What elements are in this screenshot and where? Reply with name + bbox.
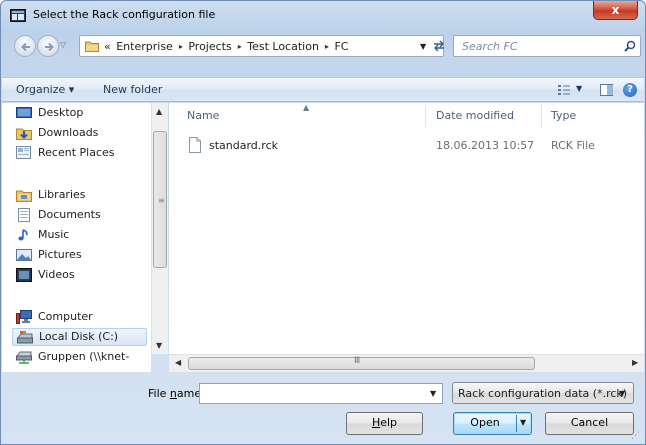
address-history-dropdown[interactable]: ▼ [420,42,426,51]
open-options-dropdown[interactable]: ▼ [520,413,526,433]
file-type-filter-select[interactable]: Rack configuration data (*.rck) ▼ [452,382,634,404]
new-folder-button[interactable]: New folder [103,83,162,96]
scroll-left-arrow-icon[interactable]: ◀ [175,358,181,367]
sort-ascending-icon: ▲ [303,103,310,112]
downloads-folder-icon [16,128,32,140]
scroll-thumb[interactable]: ≡ [153,131,167,268]
documents-icon [18,208,30,222]
nav-item-label: Libraries [38,188,86,201]
file-list-horizontal-scrollbar[interactable]: ◀ Ⅲ ▶ [169,354,644,372]
breadcrumb-enterprise[interactable]: Enterprise [116,40,173,53]
forward-button[interactable] [37,35,59,57]
music-icon [18,229,28,241]
window-title: Select the Rack configuration file [33,8,216,21]
file-name-label-prefix: File [148,387,170,400]
breadcrumb-projects[interactable]: Projects [188,40,231,53]
computer-icon [16,310,32,324]
breadcrumb-separator[interactable]: ▸ [179,42,183,51]
file-row[interactable]: standard.rck 18.06.2013 10:57 RCK File [169,137,644,155]
desktop-icon [16,107,32,118]
nav-item-label: Documents [38,208,101,221]
column-header-name[interactable]: Name [187,109,219,122]
nav-item-label: Downloads [38,126,99,139]
breadcrumb-fc[interactable]: FC [334,40,348,53]
breadcrumb-separator[interactable]: ▸ [325,42,329,51]
breadcrumb-overflow[interactable]: « [104,40,111,53]
scroll-right-arrow-icon[interactable]: ▶ [632,358,638,367]
resize-grip-icon[interactable]: ⋰ [631,431,640,441]
preview-pane-icon[interactable] [600,84,613,96]
help-button[interactable]: Help [346,412,423,435]
file-date-modified: 18.06.2013 10:57 [436,139,535,152]
file-icon [189,137,201,153]
help-button-label: elp [380,416,398,429]
navigation-pane: Desktop Downloads Recent Places Librarie… [2,103,151,372]
column-header-date-modified[interactable]: Date modified [436,109,514,122]
change-view-icon[interactable] [557,84,571,96]
column-divider[interactable] [425,105,426,127]
nav-item-label: Music [38,228,70,241]
search-icon[interactable] [624,40,636,52]
navigation-vertical-scrollbar[interactable]: ▲ ≡ ▼ [151,103,168,354]
file-type-filter-value: Rack configuration data (*.rck) [458,387,628,400]
pictures-icon [16,249,32,261]
command-toolbar: Organize ▾ New folder ▼ ? [2,77,644,102]
nav-item-label: Computer [38,310,93,323]
breadcrumb-separator[interactable]: ▸ [238,42,242,51]
refresh-icon[interactable] [432,39,446,53]
forward-arrow-icon [45,42,54,52]
back-arrow-icon [21,42,30,52]
file-dialog-window: Select the Rack configuration file x ▽ «… [0,0,646,445]
organize-menu[interactable]: Organize ▾ [16,83,74,96]
help-icon[interactable]: ? [623,83,637,97]
file-list: ▲ Name Date modified Type standard.rck 1… [169,103,644,354]
nav-item-label: Videos [38,268,75,281]
nav-item-label: Gruppen (\\knet- [38,350,130,363]
scroll-thumb[interactable]: Ⅲ [188,356,535,370]
split-divider [516,415,517,432]
nav-item-label: Pictures [38,248,82,261]
file-name-field[interactable]: ▼ [199,383,443,404]
search-box[interactable]: Search FC [453,35,641,57]
nav-item-label: Local Disk (C:) [39,330,119,343]
back-button[interactable] [14,35,36,57]
nav-item-label: Recent Places [38,146,115,159]
grip-icon: Ⅲ [354,356,361,366]
breadcrumb-test-location[interactable]: Test Location [247,40,319,53]
view-options-dropdown[interactable]: ▼ [576,84,582,93]
search-placeholder: Search FC [462,40,518,53]
breadcrumb: « Enterprise ▸ Projects ▸ Test Location ▸ F… [104,40,350,53]
column-divider[interactable] [541,105,542,127]
close-button[interactable]: x [593,1,638,20]
window-app-icon [10,9,26,22]
chevron-down-icon: ▼ [619,389,626,398]
cancel-button[interactable]: Cancel [545,412,634,435]
recent-pages-dropdown[interactable]: ▽ [60,40,66,49]
file-name-history-dropdown[interactable]: ▼ [430,389,436,398]
file-name: standard.rck [209,139,278,152]
folder-icon [85,41,99,52]
help-button-accelerator: H [371,416,381,429]
local-disk-icon [17,331,33,344]
grip-icon: ≡ [158,196,165,205]
scroll-down-arrow-icon[interactable]: ▼ [156,341,162,350]
nav-item-label: Desktop [38,106,84,119]
nav-item-local-disk-c[interactable]: Local Disk (C:) [12,328,147,346]
title-bar: Select the Rack configuration file x [1,1,645,29]
videos-icon [16,268,32,282]
scroll-up-arrow-icon[interactable]: ▲ [156,107,162,116]
network-drive-icon [16,351,32,364]
file-name-label: File name: [148,387,205,400]
libraries-icon [16,190,32,202]
open-button[interactable]: Open ▼ [453,412,532,435]
open-button-label: Open [470,416,500,429]
recent-places-icon [16,146,31,159]
file-type: RCK File [551,139,595,152]
column-header-type[interactable]: Type [551,109,576,122]
file-name-label-accelerator: n [169,387,177,400]
address-bar[interactable]: « Enterprise ▸ Projects ▸ Test Location ▸ F… [79,35,444,57]
